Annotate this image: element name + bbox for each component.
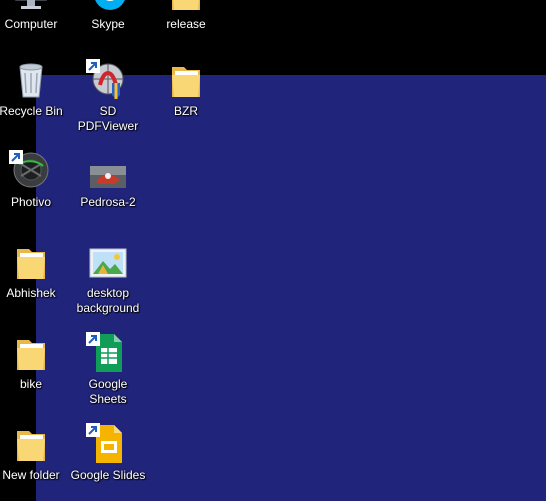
desktop-icon-label: New folder bbox=[2, 468, 60, 482]
desktop-icon-label: release bbox=[166, 17, 206, 31]
desktop-icon-sd-pdfviewer[interactable]: SD PDFViewer bbox=[69, 59, 147, 134]
skype-icon: S bbox=[86, 0, 130, 16]
shortcut-arrow-icon bbox=[86, 332, 100, 346]
desktop-icon-google-slides[interactable]: Google Slides bbox=[69, 423, 147, 483]
desktop-icon-bzr[interactable]: BZR bbox=[147, 59, 225, 119]
desktop-icon-label: Photivo bbox=[10, 195, 52, 209]
desktop: Computer S Skype release bbox=[0, 0, 546, 501]
desktop-icon-label: Google Sheets bbox=[88, 377, 128, 406]
desktop-icon-google-sheets[interactable]: Google Sheets bbox=[69, 332, 147, 407]
desktop-icon-recycle-bin[interactable]: Recycle Bin bbox=[0, 59, 70, 119]
desktop-icon-label: Google Slides bbox=[70, 468, 146, 482]
image-thumbnail-icon bbox=[86, 150, 130, 194]
desktop-icon-label: Pedrosa-2 bbox=[80, 195, 136, 209]
google-sheets-icon bbox=[86, 332, 130, 376]
desktop-icon-bike[interactable]: bike bbox=[0, 332, 70, 392]
folder-icon bbox=[9, 423, 53, 467]
folder-icon bbox=[164, 59, 208, 103]
svg-text:S: S bbox=[104, 0, 116, 5]
desktop-icon-label: Recycle Bin bbox=[0, 104, 63, 118]
computer-icon bbox=[9, 0, 53, 16]
desktop-icon-label: desktop background bbox=[76, 286, 140, 315]
google-slides-icon bbox=[86, 423, 130, 467]
shortcut-arrow-icon bbox=[9, 150, 23, 164]
desktop-icon-desktop-background[interactable]: desktop background bbox=[69, 241, 147, 316]
desktop-icon-label: BZR bbox=[174, 104, 198, 118]
folder-icon bbox=[164, 0, 208, 16]
folder-icon bbox=[9, 332, 53, 376]
desktop-icon-photivo[interactable]: Photivo bbox=[0, 150, 70, 210]
shortcut-arrow-icon bbox=[86, 59, 100, 73]
desktop-icon-abhishek[interactable]: Abhishek bbox=[0, 241, 70, 301]
desktop-icon-skype[interactable]: S Skype bbox=[69, 0, 147, 32]
desktop-icon-pedrosa-2[interactable]: Pedrosa-2 bbox=[69, 150, 147, 210]
image-file-icon bbox=[86, 241, 130, 285]
recycle-bin-icon bbox=[9, 59, 53, 103]
desktop-icon-label: Abhishek bbox=[6, 286, 56, 300]
pdf-viewer-icon bbox=[86, 59, 130, 103]
shortcut-arrow-icon bbox=[86, 423, 100, 437]
desktop-icon-label: SD PDFViewer bbox=[77, 104, 139, 133]
desktop-icon-label: Skype bbox=[91, 17, 125, 31]
desktop-icon-release[interactable]: release bbox=[147, 0, 225, 32]
desktop-icon-label: Computer bbox=[4, 17, 58, 31]
desktop-icon-label: bike bbox=[19, 377, 42, 391]
desktop-icon-new-folder[interactable]: New folder bbox=[0, 423, 70, 483]
photivo-icon bbox=[9, 150, 53, 194]
desktop-icon-computer[interactable]: Computer bbox=[0, 0, 70, 32]
folder-icon bbox=[9, 241, 53, 285]
